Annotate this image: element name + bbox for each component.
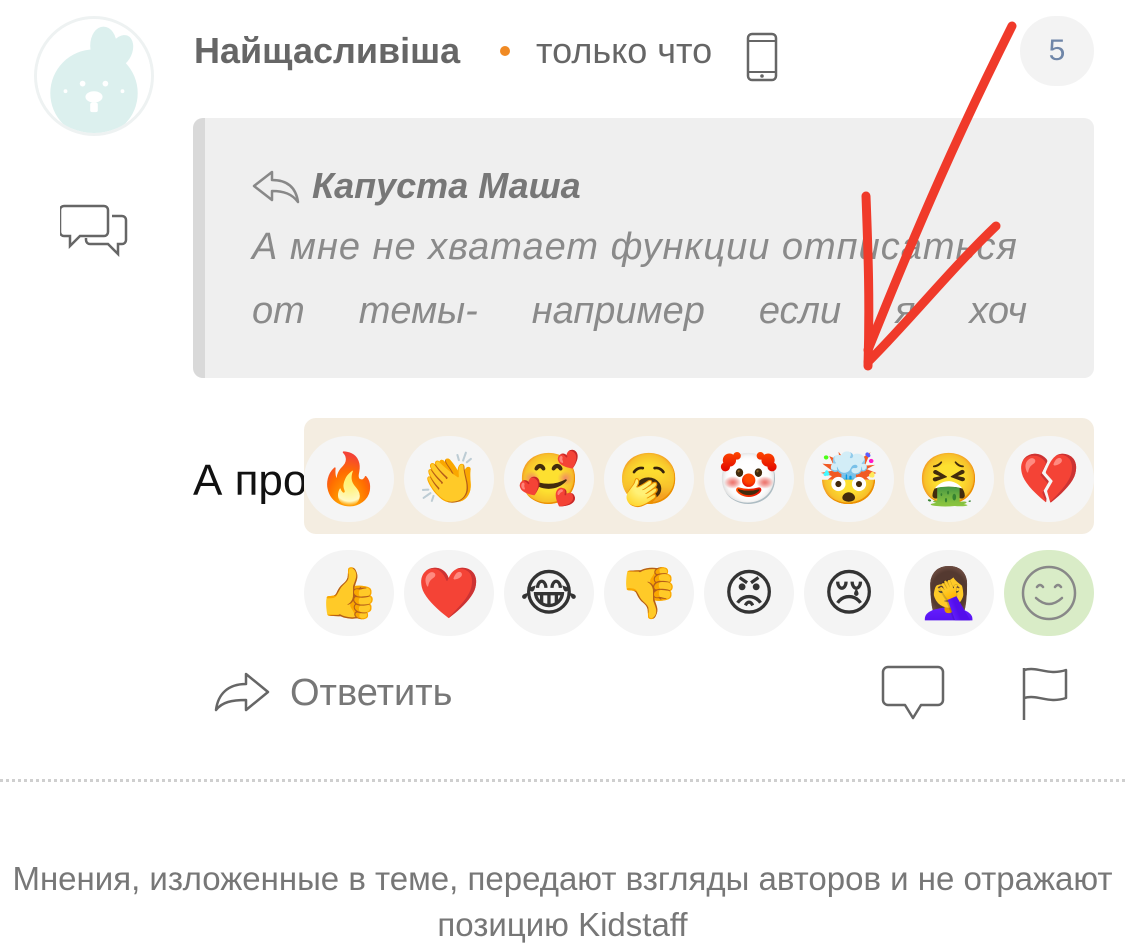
reaction-yawning-face[interactable]: 🥱 <box>604 436 694 522</box>
reaction-crying-face[interactable]: 😢 <box>804 550 894 636</box>
post-timestamp: только что <box>536 30 713 71</box>
reaction-picker-toggle[interactable] <box>1004 550 1094 636</box>
reaction-angry-face[interactable]: 😡 <box>704 550 794 636</box>
reaction-smiling-face-with-hearts[interactable]: 🥰 <box>504 436 594 522</box>
flag-icon[interactable] <box>1016 664 1074 722</box>
reply-button[interactable]: Ответить <box>290 672 452 715</box>
phone-icon <box>746 32 778 82</box>
quote-word: хоч <box>969 290 1027 332</box>
bunny-avatar-icon <box>37 19 151 133</box>
quote-word: я <box>895 290 916 332</box>
reply-arrow-icon[interactable] <box>212 668 272 716</box>
quote-header: Капуста Маша <box>250 162 581 210</box>
quote-text-line-1: А мне не хватает функции отписаться <box>252 226 1018 268</box>
disclaimer-text: Мнения, изложенные в теме, передают взгл… <box>12 860 1113 943</box>
quote-author[interactable]: Капуста Маша <box>312 165 581 207</box>
reaction-tears-of-joy[interactable]: 😂 <box>504 550 594 636</box>
quote-word: от <box>252 290 305 332</box>
reaction-clapping-hands[interactable]: 👏 <box>404 436 494 522</box>
reaction-row-2: 👍 ❤️ 😂 👎 😡 😢 🤦‍♀️ <box>304 550 994 636</box>
reaction-thumbs-down[interactable]: 👎 <box>604 550 694 636</box>
smiley-icon <box>1021 565 1077 621</box>
reaction-clown-face[interactable]: 🤡 <box>704 436 794 522</box>
reaction-vomiting-face[interactable]: 🤮 <box>904 436 994 522</box>
reply-arrow-icon <box>252 170 300 204</box>
message-text: А про <box>193 456 308 505</box>
reaction-thumbs-up[interactable]: 👍 <box>304 550 394 636</box>
reply-count-badge[interactable]: 5 <box>1020 16 1094 86</box>
avatar[interactable] <box>34 16 154 136</box>
quote-word: например <box>531 290 705 332</box>
quote-word: темы- <box>358 290 478 332</box>
author-name[interactable]: Найщасливіша <box>194 30 460 72</box>
reaction-red-heart[interactable]: ❤️ <box>404 550 494 636</box>
reaction-fire[interactable]: 🔥 <box>304 436 394 522</box>
reaction-row-1: 🔥 👏 🥰 🥱 🤡 🤯 🤮 💔 <box>304 436 1094 522</box>
quote-text-line-2: от темы- например если я хоч <box>252 290 1027 333</box>
quote-word: если <box>758 290 842 332</box>
online-status-dot <box>500 46 510 56</box>
comment-icon[interactable] <box>880 664 946 722</box>
reaction-facepalm[interactable]: 🤦‍♀️ <box>904 550 994 636</box>
thread-replies-icon[interactable] <box>60 200 130 260</box>
reaction-exploding-head[interactable]: 🤯 <box>804 436 894 522</box>
divider <box>0 779 1125 782</box>
reaction-broken-heart[interactable]: 💔 <box>1004 436 1094 522</box>
